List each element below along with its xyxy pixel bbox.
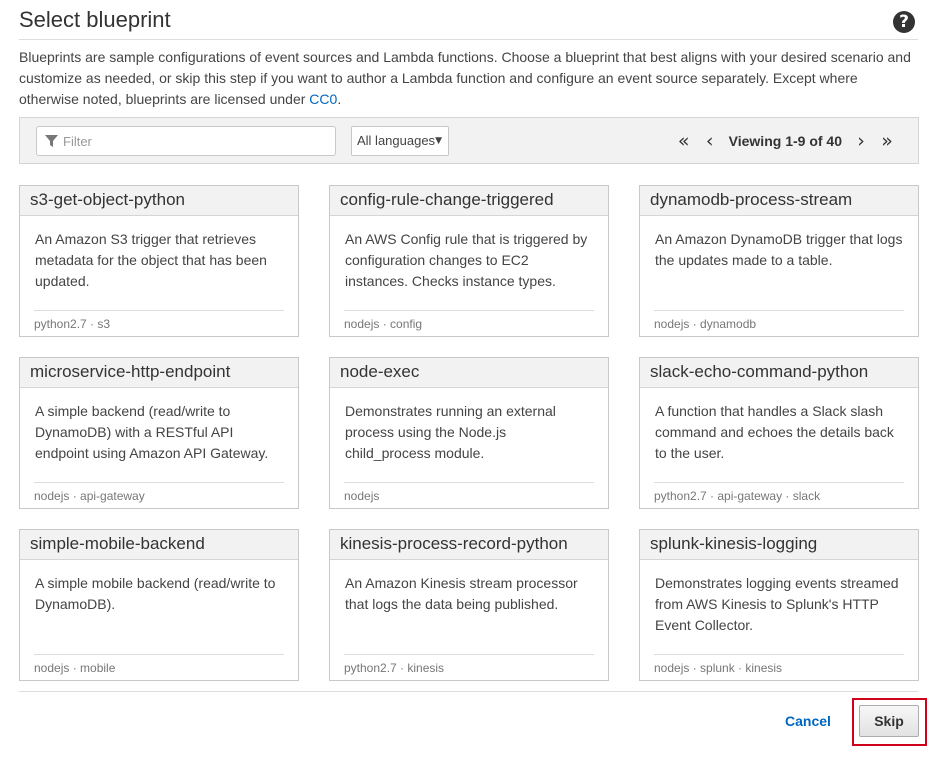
blueprint-description: A simple backend (read/write to DynamoDB…	[35, 403, 269, 461]
blueprint-tags: nodejs · mobile	[34, 661, 116, 675]
filter-box[interactable]	[36, 126, 336, 156]
blueprint-card[interactable]: s3-get-object-python An Amazon S3 trigge…	[19, 185, 299, 337]
blueprint-name: s3-get-object-python	[20, 186, 298, 216]
last-page-icon[interactable]: »	[874, 128, 900, 154]
cancel-link[interactable]: Cancel	[785, 713, 831, 729]
blueprint-description: An Amazon Kinesis stream processor that …	[345, 575, 578, 612]
cc0-link[interactable]: CC0	[309, 91, 337, 107]
blueprint-name: splunk-kinesis-logging	[640, 530, 918, 560]
title-divider	[19, 39, 918, 40]
blueprint-card[interactable]: splunk-kinesis-logging Demonstrates logg…	[639, 529, 919, 681]
blueprint-name: dynamodb-process-stream	[640, 186, 918, 216]
blueprint-name: microservice-http-endpoint	[20, 358, 298, 388]
pagination: « ‹ Viewing 1-9 of 40 › »	[671, 118, 900, 163]
next-page-icon[interactable]: ›	[848, 128, 874, 154]
blueprint-name: kinesis-process-record-python	[330, 530, 608, 560]
blueprint-card[interactable]: slack-echo-command-python A function tha…	[639, 357, 919, 509]
page-title: Select blueprint	[19, 7, 171, 32]
blueprint-tags: nodejs · config	[344, 317, 423, 331]
blueprint-tags: nodejs · api-gateway	[34, 489, 145, 503]
blueprint-description: A function that handles a Slack slash co…	[655, 403, 894, 461]
blueprint-description: An AWS Config rule that is triggered by …	[345, 231, 588, 289]
blueprint-tags: python2.7 · s3	[34, 317, 111, 331]
intro-suffix: .	[337, 91, 342, 107]
filter-input[interactable]	[63, 127, 333, 155]
blueprint-card[interactable]: microservice-http-endpoint A simple back…	[19, 357, 299, 509]
blueprint-tags: nodejs · dynamodb	[654, 317, 757, 331]
blueprint-description: An Amazon DynamoDB trigger that logs the…	[655, 231, 903, 268]
blueprint-name: config-rule-change-triggered	[330, 186, 608, 216]
blueprint-tags: nodejs · splunk · kinesis	[654, 661, 783, 675]
first-page-icon[interactable]: «	[671, 128, 697, 154]
blueprint-name: slack-echo-command-python	[640, 358, 918, 388]
blueprint-card[interactable]: config-rule-change-triggered An AWS Conf…	[329, 185, 609, 337]
language-select[interactable]: All languages ▼	[351, 126, 449, 156]
blueprint-card[interactable]: kinesis-process-record-python An Amazon …	[329, 529, 609, 681]
previous-page-icon[interactable]: ‹	[697, 128, 723, 154]
blueprint-description: An Amazon S3 trigger that retrieves meta…	[35, 231, 267, 289]
blueprint-tags: python2.7 · api-gateway · slack	[654, 489, 821, 503]
help-icon[interactable]: ?	[893, 11, 915, 33]
pagination-status: Viewing 1-9 of 40	[728, 132, 842, 149]
blueprint-tags: nodejs	[344, 489, 380, 503]
blueprint-description: A simple mobile backend (read/write to D…	[35, 575, 276, 612]
skip-button[interactable]: Skip	[859, 705, 919, 737]
blueprint-name: node-exec	[330, 358, 608, 388]
footer-divider	[19, 691, 918, 692]
blueprint-description: Demonstrates logging events streamed fro…	[655, 575, 899, 633]
blueprint-card[interactable]: node-exec Demonstrates running an extern…	[329, 357, 609, 509]
blueprint-card[interactable]: simple-mobile-backend A simple mobile ba…	[19, 529, 299, 681]
filter-icon	[45, 135, 58, 147]
language-select-value: All languages	[357, 133, 436, 148]
chevron-down-icon: ▼	[435, 136, 442, 146]
intro-body: Blueprints are sample configurations of …	[19, 49, 911, 107]
blueprint-toolbar: All languages ▼ « ‹ Viewing 1-9 of 40 › …	[19, 117, 919, 164]
blueprint-tags: python2.7 · kinesis	[344, 661, 445, 675]
intro-text: Blueprints are sample configurations of …	[19, 47, 919, 110]
blueprint-card[interactable]: dynamodb-process-stream An Amazon Dynamo…	[639, 185, 919, 337]
blueprint-description: Demonstrates running an external process…	[345, 403, 556, 461]
blueprint-name: simple-mobile-backend	[20, 530, 298, 560]
